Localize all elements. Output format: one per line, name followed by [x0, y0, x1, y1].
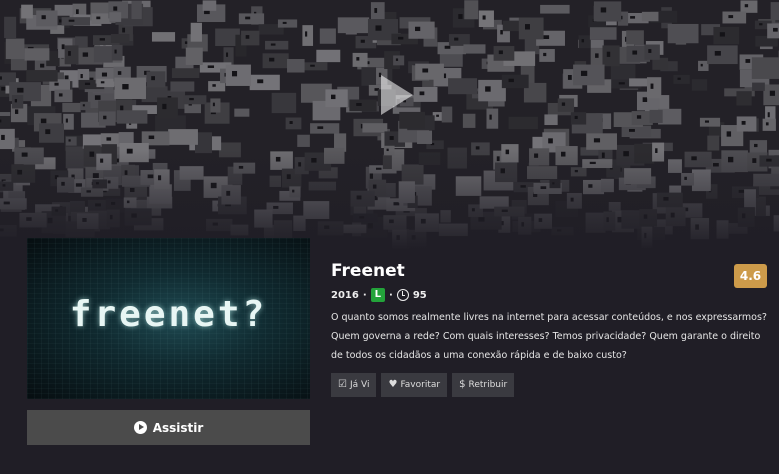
watch-button-label: Assistir — [152, 420, 204, 435]
watch-button[interactable]: Assistir — [27, 410, 310, 445]
meta-separator: · — [362, 289, 367, 301]
heart-icon: ♥ — [388, 379, 398, 390]
favorite-button-label: Favoritar — [400, 380, 441, 390]
movie-title: Freenet — [331, 261, 405, 281]
play-circle-icon — [133, 421, 147, 434]
rating-badge: 4.6 — [734, 264, 767, 288]
action-buttons: ☑ Já Vi ♥ Favoritar $ Retribuir — [331, 373, 515, 397]
movie-poster: freenet? — [27, 238, 310, 399]
movie-synopsis: O quanto somos realmente livres na inter… — [331, 312, 767, 361]
seen-button[interactable]: ☑ Já Vi — [331, 373, 377, 397]
clock-icon — [396, 289, 409, 301]
check-square-icon: ☑ — [338, 379, 347, 390]
poster-title: freenet? — [69, 294, 268, 335]
classification-badge: L — [370, 288, 386, 302]
movie-duration: 95 — [412, 289, 427, 301]
hero-banner — [0, 0, 779, 250]
hero-play-icon[interactable] — [381, 75, 413, 115]
retribute-button-label: Retribuir — [468, 380, 508, 390]
hero-fade — [0, 150, 779, 250]
favorite-button[interactable]: ♥ Favoritar — [381, 373, 448, 397]
movie-year: 2016 — [331, 289, 359, 301]
seen-button-label: Já Vi — [349, 380, 370, 390]
movie-meta: 2016 · L · 95 — [331, 288, 427, 302]
meta-separator: · — [389, 289, 393, 301]
retribute-button[interactable]: $ Retribuir — [452, 373, 515, 397]
dollar-icon: $ — [459, 379, 466, 390]
